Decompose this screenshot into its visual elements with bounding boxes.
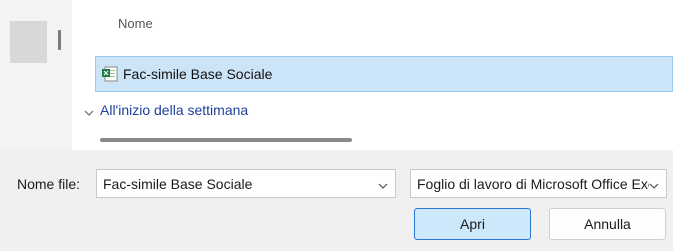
filetype-value[interactable]: Foglio di lavoro di Microsoft Office Exc…	[417, 176, 649, 192]
nav-selected-item[interactable]	[10, 21, 47, 63]
filename-label: Nome file:	[17, 176, 81, 192]
navigation-pane	[0, 0, 72, 150]
cancel-button[interactable]: Annulla	[549, 208, 666, 240]
filetype-select[interactable]: Foglio di lavoro di Microsoft Office Exc…	[410, 169, 667, 198]
dialog-footer: Nome file: Fac-simile Base Sociale Fogli…	[0, 150, 673, 251]
chevron-down-icon[interactable]	[649, 179, 659, 189]
chevron-down-icon	[84, 105, 94, 116]
horizontal-scrollbar[interactable]	[100, 138, 352, 142]
filename-value[interactable]: Fac-simile Base Sociale	[103, 176, 252, 192]
group-label: All'inizio della settimana	[100, 102, 249, 118]
file-name: Fac-simile Base Sociale	[123, 66, 273, 82]
nav-scrollbar[interactable]	[58, 30, 61, 50]
file-list-pane: Nome Fac-simile Base Sociale All'inizio …	[72, 0, 673, 150]
filename-combobox[interactable]: Fac-simile Base Sociale	[96, 169, 396, 198]
file-row-selected[interactable]: Fac-simile Base Sociale	[95, 56, 673, 92]
open-button[interactable]: Apri	[414, 208, 531, 240]
column-header-name[interactable]: Nome	[118, 16, 153, 31]
chevron-down-icon[interactable]	[378, 179, 388, 189]
excel-file-icon	[102, 66, 118, 82]
group-header[interactable]: All'inizio della settimana	[84, 100, 248, 120]
